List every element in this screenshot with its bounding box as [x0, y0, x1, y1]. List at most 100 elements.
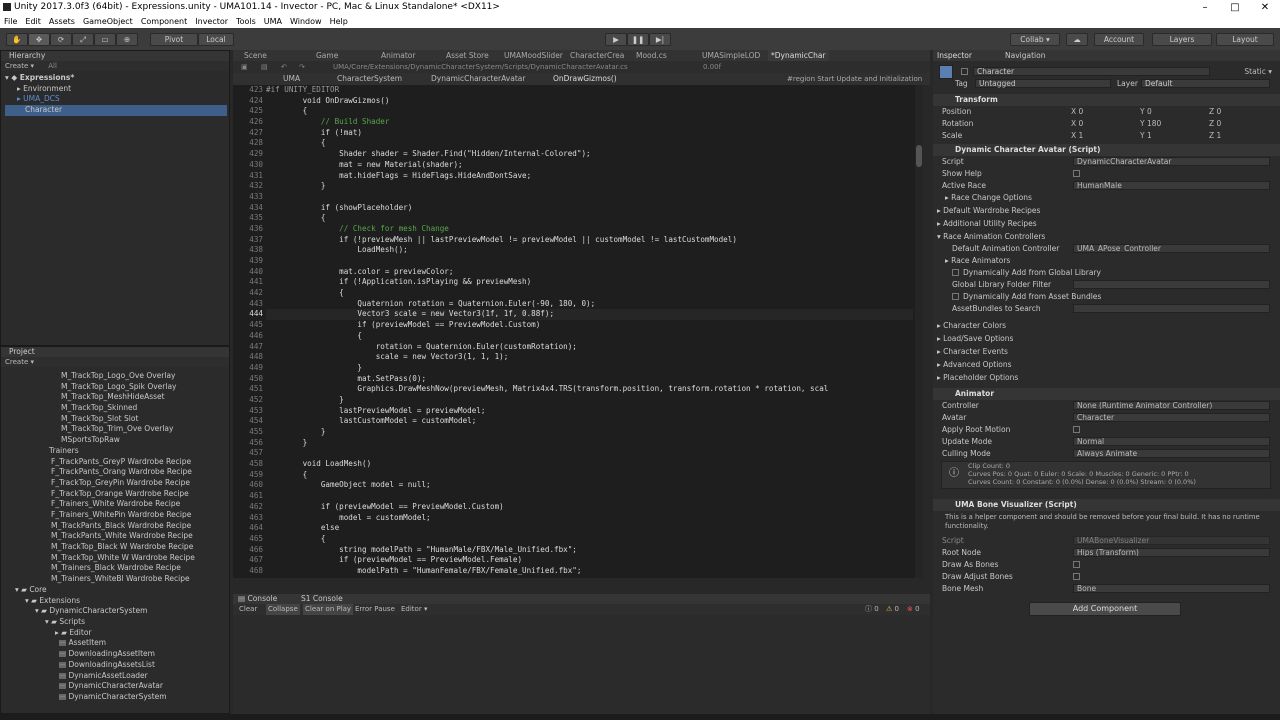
code-line[interactable]: if (!Application.isPlaying && previewMes… [266, 277, 913, 288]
menu-window[interactable]: Window [286, 15, 326, 28]
layer-dropdown[interactable]: Default [1141, 79, 1270, 88]
collab-button[interactable]: Collab ▾ [1010, 33, 1060, 46]
code-line[interactable]: { [266, 106, 913, 117]
tab-game[interactable]: Game [313, 50, 341, 61]
root-node-field[interactable]: Hips (Transform) [1073, 548, 1270, 557]
script-item[interactable]: ▤ DynamicCharacterAvatar [15, 681, 215, 692]
animator-controller-field[interactable]: None (Runtime Animator Controller) [1073, 401, 1270, 410]
hierarchy-item[interactable]: ▸ UMA_DCS [5, 94, 227, 105]
save-file-icon[interactable]: ▤ [261, 61, 268, 73]
asset-item[interactable]: M_Trainers_WhiteBl Wardrobe Recipe [51, 574, 211, 585]
code-line[interactable]: scale = new Vector3(1, 1, 1); [266, 352, 913, 363]
save-icon[interactable]: ▣ [241, 61, 248, 73]
scrollbar-thumb[interactable] [916, 145, 922, 167]
code-line[interactable]: if (showPlaceholder) [266, 203, 913, 214]
code-line[interactable]: mat.color = previewColor; [266, 267, 913, 278]
move-tool-icon[interactable]: ✥ [28, 33, 50, 46]
race-animation-controllers[interactable]: ▾ Race Animation Controllers [933, 231, 1280, 242]
dca-header[interactable]: Dynamic Character Avatar (Script) [933, 144, 1280, 156]
asset-item[interactable]: F_Trainers_White Wardrobe Recipe [51, 499, 211, 510]
asset-item[interactable]: M_Trainers_Black Wardrobe Recipe [51, 563, 211, 574]
update-mode-dropdown[interactable]: Normal [1073, 437, 1270, 446]
asset-item[interactable]: M_TrackTop_Logo_Spik Overlay [61, 382, 211, 393]
error-pause-toggle[interactable]: Error Pause [355, 604, 395, 615]
account-dropdown[interactable]: Account [1094, 33, 1144, 46]
code-line[interactable]: } [266, 395, 913, 406]
code-line[interactable]: rotation = Quaternion.Euler(customRotati… [266, 342, 913, 353]
hierarchy-tab[interactable]: Hierarchy [1, 51, 229, 61]
code-line[interactable]: // Build Shader [266, 117, 913, 128]
folder-item[interactable]: ▸ ▰ Editor [15, 628, 215, 639]
menu-component[interactable]: Component [137, 15, 191, 28]
menu-uma[interactable]: UMA [260, 15, 286, 28]
root-motion-checkbox[interactable] [1073, 426, 1080, 433]
code-line[interactable]: lastCustomModel = customModel; [266, 416, 913, 427]
tag-dropdown[interactable]: Untagged [975, 79, 1111, 88]
code-line[interactable]: Quaternion rotation = Quaternion.Euler(-… [266, 299, 913, 310]
draw-as-bones-checkbox[interactable] [1073, 561, 1080, 568]
breadcrumb-method[interactable]: OnDrawGizmos() [553, 73, 617, 85]
local-toggle[interactable]: Local [198, 33, 234, 46]
asset-bundles-checkbox[interactable] [952, 293, 959, 300]
active-race-dropdown[interactable]: HumanMale [1073, 181, 1270, 190]
bone-visualizer-header[interactable]: UMA Bone Visualizer (Script) [933, 499, 1280, 511]
asset-item[interactable]: F_TrackTop_GreyPin Wardrobe Recipe [51, 478, 211, 489]
hierarchy-create-button[interactable]: Create ▾ [5, 62, 34, 70]
asset-item[interactable]: M_TrackTop_Skinned [61, 403, 211, 414]
step-button[interactable]: ▶| [649, 33, 671, 46]
layers-dropdown[interactable]: Layers [1152, 33, 1212, 46]
code-line[interactable]: { [266, 470, 913, 481]
tab-console[interactable]: ▤ Console [238, 594, 277, 604]
placeholder-options[interactable]: ▸ Placeholder Options [933, 372, 1280, 383]
code-line[interactable]: modelPath = "HumanFemale/FBX/Female_Unif… [266, 566, 913, 577]
menu-assets[interactable]: Assets [45, 15, 79, 28]
show-help-checkbox[interactable] [1073, 170, 1080, 177]
active-checkbox[interactable] [961, 68, 968, 75]
info-count[interactable]: ⓘ 0 [865, 604, 879, 615]
code-scrollbar[interactable] [915, 85, 923, 578]
region-label[interactable]: #region Start Update and Initialization [787, 73, 922, 85]
code-line[interactable]: lastPreviewModel = previewModel; [266, 406, 913, 417]
tab-asset-store[interactable]: Asset Store [443, 50, 492, 61]
advanced-options[interactable]: ▸ Advanced Options [933, 359, 1280, 370]
race-animators[interactable]: ▸ Race Animators [933, 255, 1280, 266]
code-line[interactable]: } [266, 181, 913, 192]
asset-item[interactable]: F_TrackTop_Orange Wardrobe Recipe [51, 489, 211, 500]
redo-icon[interactable]: ↷ [299, 61, 305, 73]
additional-utility-recipes[interactable]: ▸ Additional Utility Recipes [933, 218, 1280, 229]
undo-icon[interactable]: ↶ [281, 61, 287, 73]
menu-help[interactable]: Help [326, 15, 352, 28]
code-lines[interactable]: #if UNITY_EDITOR void OnDrawGizmos() { /… [266, 85, 913, 578]
code-line[interactable] [266, 256, 913, 267]
menu-tools[interactable]: Tools [232, 15, 260, 28]
warning-count[interactable]: ⚠ 0 [886, 604, 899, 615]
code-line[interactable]: { [266, 213, 913, 224]
code-line[interactable] [266, 448, 913, 459]
tab-inspector[interactable]: Inspector [937, 50, 972, 61]
animator-avatar-field[interactable]: Character [1073, 413, 1270, 422]
code-line[interactable]: if (previewModel == PreviewModel.Custom) [266, 320, 913, 331]
script-item[interactable]: ▤ DownloadingAssetItem [15, 649, 215, 660]
object-name-field[interactable]: Character [973, 67, 1210, 76]
maximize-button[interactable]: □ [1220, 0, 1250, 15]
error-count[interactable]: ⊗ 0 [907, 604, 920, 615]
code-line[interactable]: if (!mat) [266, 128, 913, 139]
code-line[interactable]: mat.hideFlags = HideFlags.HideAndDontSav… [266, 171, 913, 182]
code-line[interactable]: { [266, 534, 913, 545]
asset-item[interactable]: M_TrackTop_Trim_Ove Overlay [61, 424, 211, 435]
breadcrumb-namespace[interactable]: CharacterSystem [337, 73, 402, 85]
project-tab[interactable]: Project [1, 347, 229, 357]
race-change-options[interactable]: ▸ Race Change Options [933, 192, 1280, 203]
asset-item[interactable]: F_Trainers_WhitePin Wardrobe Recipe [51, 510, 211, 521]
code-line[interactable]: Shader shader = Shader.Find("Hidden/Inte… [266, 149, 913, 160]
hand-tool-icon[interactable]: ✋ [6, 33, 28, 46]
code-line[interactable]: mat.SetPass(0); [266, 374, 913, 385]
play-button[interactable]: ▶ [605, 33, 627, 46]
scene-item[interactable]: ▾ ◆ Expressions* [5, 73, 227, 84]
load-save-options[interactable]: ▸ Load/Save Options [933, 333, 1280, 344]
tab-animator[interactable]: Animator [378, 50, 418, 61]
asset-item[interactable]: M_TrackTop_White W Wardrobe Recipe [51, 553, 211, 564]
code-line[interactable]: void OnDrawGizmos() [266, 96, 913, 107]
clear-button[interactable]: Clear [239, 604, 257, 615]
code-line[interactable]: Graphics.DrawMeshNow(previewMesh, Matrix… [266, 384, 913, 395]
